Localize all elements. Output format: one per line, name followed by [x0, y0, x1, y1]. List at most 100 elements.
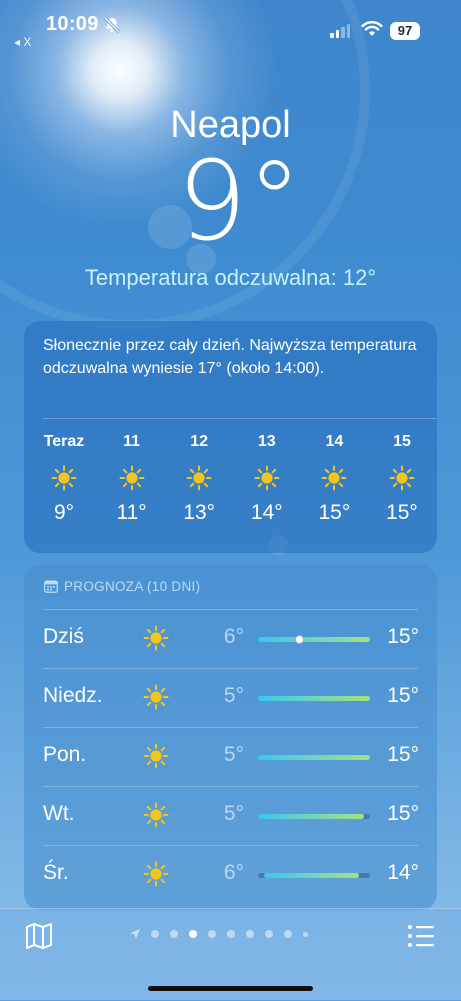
sun-icon: [119, 465, 145, 491]
hour-label: 14: [325, 433, 344, 450]
forecast-low: 5°: [223, 743, 244, 766]
forecast-low: 5°: [223, 684, 244, 707]
forecast-low: 6°: [223, 625, 244, 648]
forecast-day: Wt.: [43, 802, 75, 825]
hour-label: 12: [190, 433, 209, 450]
forecast-row[interactable]: Dziś 6° 15°: [24, 610, 437, 668]
forecast-high: 15°: [387, 625, 419, 648]
status-bar: 10:09 ◂ X 97: [0, 0, 461, 50]
temperature-range-fill: [258, 696, 370, 701]
sun-icon: [51, 465, 77, 491]
forecast-icon-wrap: [143, 802, 169, 828]
sun-icon: [389, 465, 415, 491]
hour-item: Teraz 9°: [33, 433, 95, 525]
hour-icon-wrap: [186, 465, 212, 491]
hour-label: 13: [257, 433, 276, 450]
forecast-high: 15°: [387, 743, 419, 766]
sun-icon: [143, 625, 169, 651]
sun-icon: [143, 743, 169, 769]
hour-item: 15 15°: [371, 433, 433, 525]
hour-icon-wrap: [389, 465, 415, 491]
hour-temperature: 9°: [53, 501, 75, 524]
forecast-day: Niedz.: [43, 684, 103, 707]
forecast-row[interactable]: Śr. 6° 14°: [24, 846, 437, 904]
home-indicator[interactable]: [148, 986, 313, 991]
feels-like-temperature: Temperatura odczuwalna: 12°: [84, 265, 377, 290]
hourly-forecast-card[interactable]: Słonecznie przez cały dzień. Najwyższa t…: [24, 321, 437, 553]
forecast-header-label: PROGNOZA (10 DNI): [64, 579, 201, 594]
back-to-app-link[interactable]: ◂ X: [14, 35, 31, 49]
page-dot[interactable]: [170, 930, 178, 938]
calendar-icon: [44, 580, 58, 593]
page-dot[interactable]: [151, 930, 159, 938]
list-icon[interactable]: [407, 924, 435, 948]
hour-temperature: 15°: [386, 501, 418, 524]
temperature-range-fill: [258, 637, 370, 642]
sun-icon: [254, 465, 280, 491]
page-dot[interactable]: [284, 930, 292, 938]
sun-icon: [321, 465, 347, 491]
forecast-row[interactable]: Niedz. 5° 15°: [24, 669, 437, 727]
page-dot[interactable]: [303, 931, 308, 937]
temperature-range-fill: [258, 755, 370, 760]
bell-slash-icon: [103, 16, 121, 34]
page-dot[interactable]: [189, 930, 197, 938]
forecast-icon-wrap: [143, 625, 169, 651]
forecast-day: Śr.: [43, 861, 69, 884]
hour-item: 11 11°: [101, 433, 163, 525]
status-time: 10:09: [46, 13, 99, 35]
temperature-range-bar: [258, 696, 370, 701]
sun-icon: [143, 684, 169, 710]
current-temperature: 9°: [177, 137, 302, 265]
hour-temperature: 11°: [116, 501, 147, 524]
temperature-range-bar: [258, 873, 370, 878]
sun-icon: [186, 465, 212, 491]
sun-icon: [143, 861, 169, 887]
forecast-high: 15°: [387, 684, 419, 707]
forecast-day: Dziś: [43, 625, 84, 648]
temperature-range-fill: [258, 814, 365, 819]
ten-day-forecast-card[interactable]: PROGNOZA (10 DNI) Dziś 6° 15° Niedz. 5° 15° Po…: [24, 565, 437, 910]
temperature-range-bar: [258, 635, 370, 644]
page-dot[interactable]: [227, 930, 235, 938]
location-arrow-icon[interactable]: [130, 929, 140, 939]
hour-icon-wrap: [254, 465, 280, 491]
forecast-header: PROGNOZA (10 DNI): [44, 579, 200, 594]
current-temperature-marker: [295, 635, 305, 644]
page-dot[interactable]: [208, 930, 216, 938]
hour-item: 12 13°: [168, 433, 230, 525]
forecast-row[interactable]: Wt. 5° 15°: [24, 787, 437, 845]
wifi-icon: [361, 21, 383, 36]
hour-temperature: 15°: [318, 501, 351, 524]
hour-icon-wrap: [321, 465, 347, 491]
weather-summary: Słonecznie przez cały dzień. Najwyższa t…: [43, 337, 417, 377]
forecast-day: Pon.: [43, 743, 87, 766]
hour-label: 11: [123, 433, 141, 450]
hour-temperature: 13°: [183, 501, 216, 524]
hour-temperature: 14°: [250, 501, 283, 524]
map-icon[interactable]: [25, 922, 53, 950]
forecast-high: 14°: [387, 861, 419, 884]
divider: [43, 418, 437, 419]
forecast-icon-wrap: [143, 743, 169, 769]
hour-label: 15: [393, 433, 411, 450]
hour-icon-wrap: [119, 465, 145, 491]
hour-item: 14 15°: [303, 433, 365, 525]
forecast-low: 6°: [223, 861, 244, 884]
cellular-signal-icon: [330, 24, 350, 38]
sun-icon: [143, 802, 169, 828]
forecast-row[interactable]: Pon. 5° 15°: [24, 728, 437, 786]
page-dot[interactable]: [265, 930, 273, 938]
page-indicator[interactable]: [130, 929, 308, 939]
temperature-range-bar: [258, 814, 370, 819]
hour-icon-wrap: [51, 465, 77, 491]
battery-indicator: 97: [390, 22, 420, 40]
forecast-icon-wrap: [143, 684, 169, 710]
forecast-icon-wrap: [143, 861, 169, 887]
hourly-list: Teraz 9° 11 11° 12 13° 13 14° 14 15° 15 15°: [33, 433, 433, 525]
temperature-range-fill: [263, 873, 359, 878]
hour-label: Teraz: [43, 433, 85, 450]
page-dot[interactable]: [246, 930, 254, 938]
forecast-low: 5°: [223, 802, 244, 825]
forecast-high: 15°: [387, 802, 419, 825]
